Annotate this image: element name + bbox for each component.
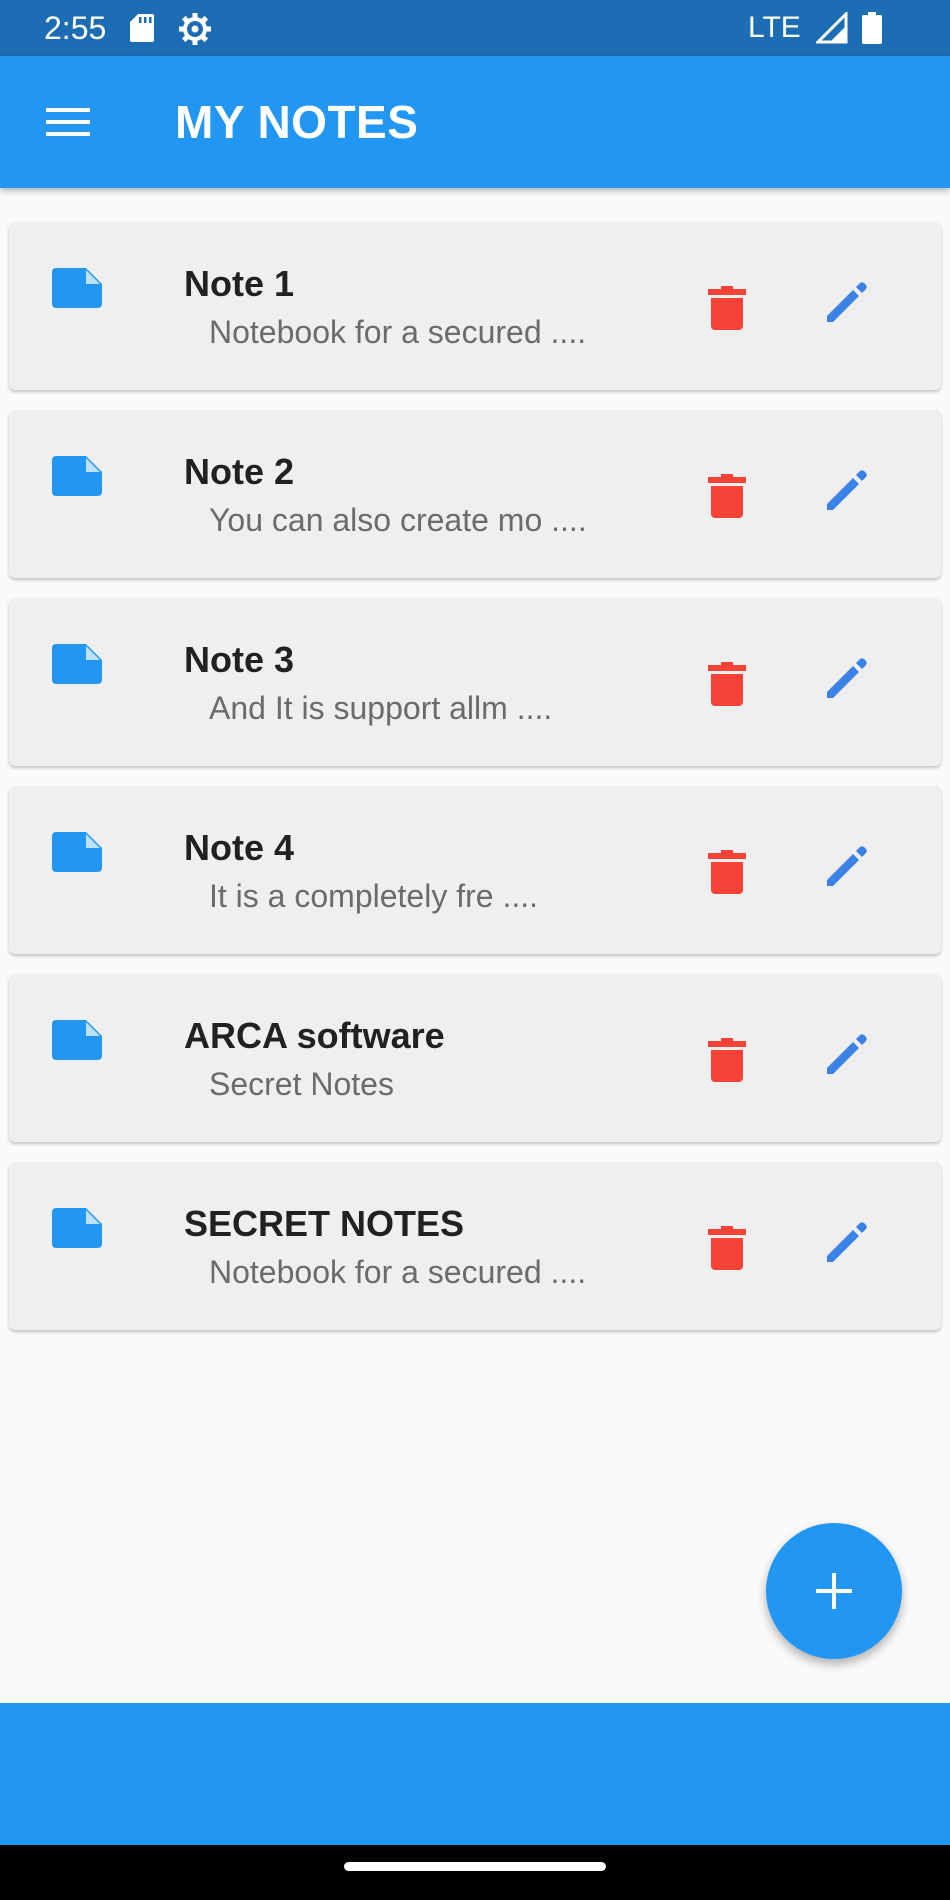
app-title: MY NOTES [175, 96, 419, 148]
delete-note-button[interactable] [699, 460, 755, 524]
sd-card-icon [130, 14, 154, 42]
note-icon [52, 268, 102, 308]
notes-list: Note 1 Notebook for a secured .... Note … [9, 222, 941, 1350]
trash-icon [708, 474, 746, 518]
app-bar: MY NOTES [0, 56, 950, 188]
trash-icon [708, 1038, 746, 1082]
delete-note-button[interactable] [699, 648, 755, 712]
edit-note-button[interactable] [813, 1024, 877, 1088]
pencil-icon [827, 470, 867, 510]
edit-note-button[interactable] [813, 272, 877, 336]
hamburger-menu-icon [46, 108, 90, 136]
note-icon [52, 1020, 102, 1060]
pencil-icon [827, 1034, 867, 1074]
trash-icon [708, 286, 746, 330]
network-type: LTE [748, 11, 801, 44]
delete-note-button[interactable] [699, 1212, 755, 1276]
notes-app-screen: 2:55 LTE MY NOTES Note 1 Notebook for a … [0, 0, 950, 1900]
note-card[interactable]: ARCA software Secret Notes [9, 974, 941, 1142]
home-gesture-handle[interactable] [344, 1862, 606, 1871]
note-preview: Notebook for a secured .... [209, 314, 587, 350]
settings-gear-icon [179, 13, 211, 45]
pencil-icon [827, 282, 867, 322]
note-card[interactable]: Note 2 You can also create mo .... [9, 410, 941, 578]
note-title: Note 3 [184, 639, 295, 680]
status-bar: 2:55 LTE [0, 0, 950, 56]
delete-note-button[interactable] [699, 272, 755, 336]
trash-icon [708, 662, 746, 706]
note-title: ARCA software [184, 1015, 445, 1056]
note-card[interactable]: Note 4 It is a completely fre .... [9, 786, 941, 954]
note-icon [52, 456, 102, 496]
note-title: Note 1 [184, 263, 295, 304]
delete-note-button[interactable] [699, 836, 755, 900]
edit-note-button[interactable] [813, 460, 877, 524]
trash-icon [708, 850, 746, 894]
note-card[interactable]: Note 1 Notebook for a secured .... [9, 222, 941, 390]
note-icon [52, 1208, 102, 1248]
system-navigation-bar [0, 1845, 950, 1900]
note-preview: Secret Notes [209, 1066, 394, 1102]
battery-icon [862, 12, 882, 44]
signal-icon [816, 12, 848, 44]
pencil-icon [827, 846, 867, 886]
note-title: SECRET NOTES [184, 1203, 465, 1244]
add-note-button[interactable] [766, 1523, 902, 1659]
menu-button[interactable] [38, 96, 98, 148]
note-preview: And It is support allm .... [209, 690, 553, 726]
edit-note-button[interactable] [813, 1212, 877, 1276]
edit-note-button[interactable] [813, 836, 877, 900]
edit-note-button[interactable] [813, 648, 877, 712]
delete-note-button[interactable] [699, 1024, 755, 1088]
note-card[interactable]: SECRET NOTES Notebook for a secured .... [9, 1162, 941, 1330]
note-card[interactable]: Note 3 And It is support allm .... [9, 598, 941, 766]
note-preview: You can also create mo .... [209, 502, 587, 538]
note-title: Note 4 [184, 827, 295, 868]
note-preview: It is a completely fre .... [209, 878, 538, 914]
plus-icon [816, 1573, 852, 1609]
note-preview: Notebook for a secured .... [209, 1254, 587, 1290]
note-icon [52, 644, 102, 684]
note-icon [52, 832, 102, 872]
pencil-icon [827, 658, 867, 698]
trash-icon [708, 1226, 746, 1270]
status-time: 2:55 [44, 10, 107, 46]
pencil-icon [827, 1222, 867, 1262]
note-title: Note 2 [184, 451, 295, 492]
bottom-app-bar [0, 1703, 950, 1845]
